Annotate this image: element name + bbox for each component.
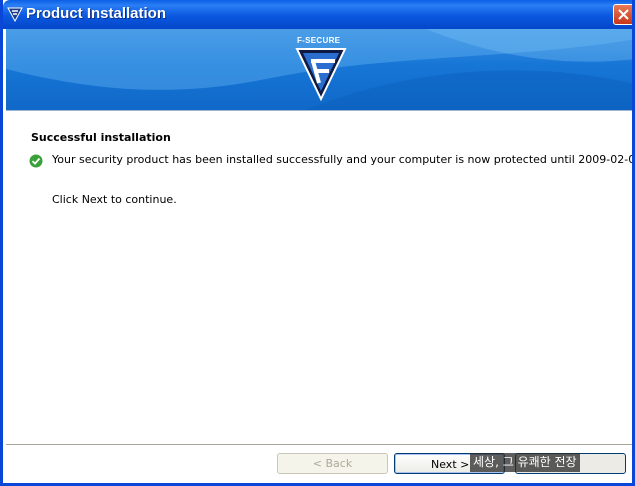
status-message: Your security product has been installed…: [52, 153, 635, 166]
check-circle-icon: [29, 154, 43, 168]
banner-divider: [6, 110, 632, 111]
logo-wordmark: F-SECURE: [297, 36, 341, 45]
next-hint-text: Click Next to continue.: [52, 193, 177, 206]
f-secure-logo-icon: [7, 7, 23, 22]
window-title: Product Installation: [26, 5, 167, 22]
watermark-overlay: 세상, 그 유쾌한 전장: [470, 453, 580, 472]
close-button[interactable]: [613, 4, 632, 25]
footer-divider: [6, 444, 632, 446]
close-icon: [618, 9, 629, 20]
header-banner: F-SECURE: [6, 29, 632, 110]
page-heading: Successful installation: [31, 131, 171, 144]
installer-window: Product Installation F-SECURE Successful…: [0, 0, 635, 486]
next-button-label: Next >: [431, 458, 470, 471]
back-button[interactable]: < Back: [277, 453, 388, 474]
title-bar[interactable]: Product Installation: [3, 0, 632, 29]
